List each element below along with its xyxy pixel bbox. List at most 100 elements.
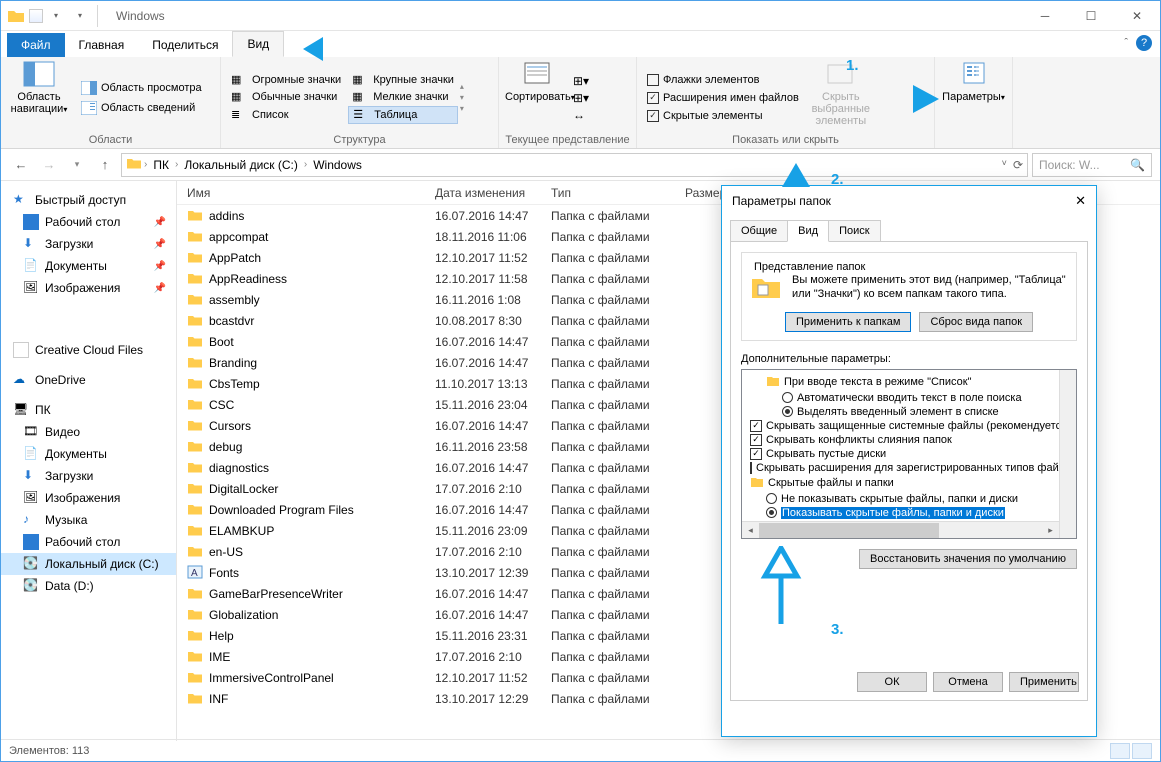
tab-home[interactable]: Главная xyxy=(65,33,139,57)
tab-share[interactable]: Поделиться xyxy=(138,33,232,57)
layout-list[interactable]: ≣Список xyxy=(227,106,345,124)
details-pane-button[interactable]: Область сведений xyxy=(77,100,206,116)
file-date: 17.07.2016 2:10 xyxy=(435,650,551,664)
tab-view[interactable]: Вид xyxy=(232,31,284,57)
sidebar-this-pc[interactable]: 🖥ПК xyxy=(1,399,176,421)
col-date[interactable]: Дата изменения xyxy=(435,186,551,200)
sidebar-music[interactable]: ♪Музыка xyxy=(1,509,176,531)
size-columns-icon[interactable]: ↔ xyxy=(573,108,589,122)
hide-selected-button[interactable]: Скрыть выбранные элементы xyxy=(803,61,879,134)
sidebar-onedrive[interactable]: ☁OneDrive xyxy=(1,369,176,391)
qat-dropdown-icon[interactable]: ▾ xyxy=(45,5,67,27)
refresh-icon[interactable]: ⟳ xyxy=(1013,158,1023,172)
minimize-ribbon-icon[interactable]: ˆ xyxy=(1124,37,1128,49)
hidden-items-toggle[interactable]: Скрытые элементы xyxy=(643,109,803,123)
tree-hide-ext[interactable]: Скрывать расширения для зарегистрированн… xyxy=(744,461,1074,475)
sidebar-documents2[interactable]: 📄Документы xyxy=(1,443,176,465)
file-type: Папка с файлами xyxy=(551,272,685,286)
folder-icon xyxy=(766,375,780,390)
scroll-thumb[interactable] xyxy=(759,523,939,538)
options-button[interactable]: Параметры▾ xyxy=(942,61,1006,146)
layout-up-icon[interactable]: ▴ xyxy=(460,82,464,91)
apply-button[interactable]: Применить xyxy=(1009,672,1079,692)
details-view-icon[interactable] xyxy=(1110,743,1130,759)
tree-dont-show-hidden[interactable]: Не показывать скрытые файлы, папки и дис… xyxy=(744,492,1074,506)
dialog-tab-view[interactable]: Вид xyxy=(787,220,829,242)
thumbnails-view-icon[interactable] xyxy=(1132,743,1152,759)
sidebar-data-d[interactable]: 💽Data (D:) xyxy=(1,575,176,597)
col-name[interactable]: Имя xyxy=(177,186,435,200)
layout-details[interactable]: ☰Таблица xyxy=(348,106,458,124)
search-input[interactable]: Поиск: W... 🔍 xyxy=(1032,153,1152,177)
sidebar-downloads2[interactable]: ⬇Загрузки xyxy=(1,465,176,487)
file-date: 15.11.2016 23:04 xyxy=(435,398,551,412)
tree-hide-protected[interactable]: Скрывать защищенные системные файлы (рек… xyxy=(744,419,1074,433)
file-type: Папка с файлами xyxy=(551,503,685,517)
sort-button[interactable]: Сортировать▾ xyxy=(505,61,569,134)
file-name: Boot xyxy=(209,335,435,349)
scroll-right-icon[interactable]: ▸ xyxy=(1042,522,1059,539)
folder-icon xyxy=(187,502,203,518)
breadcrumb[interactable]: › ПК› Локальный диск (C:)› Windows ˅ ⟳ xyxy=(121,153,1028,177)
help-icon[interactable]: ? xyxy=(1136,35,1152,51)
pin-icon: 📌 xyxy=(154,283,166,294)
tab-file[interactable]: Файл xyxy=(7,33,65,57)
tree-select-typed[interactable]: Выделять введенный элемент в списке xyxy=(744,405,1074,419)
layout-extra-large[interactable]: ▦Огромные значки xyxy=(227,72,345,88)
sidebar-videos[interactable]: 🎞Видео xyxy=(1,421,176,443)
annotation-label-2: 2. xyxy=(831,171,844,188)
file-date: 16.07.2016 14:47 xyxy=(435,335,551,349)
layout-medium[interactable]: ▦Обычные значки xyxy=(227,89,345,105)
restore-defaults-button[interactable]: Восстановить значения по умолчанию xyxy=(859,549,1077,569)
sidebar-documents[interactable]: 📄Документы📌 xyxy=(1,255,176,277)
file-name: Branding xyxy=(209,356,435,370)
sidebar-pictures[interactable]: 🖼Изображения📌 xyxy=(1,277,176,299)
file-date: 12.10.2017 11:52 xyxy=(435,671,551,685)
sidebar-desktop2[interactable]: Рабочий стол xyxy=(1,531,176,553)
customize-qat-icon[interactable]: ▾ xyxy=(69,5,91,27)
tree-auto-type[interactable]: Автоматически вводить текст в поле поиск… xyxy=(744,391,1074,405)
sidebar-quick-access[interactable]: ★Быстрый доступ xyxy=(1,189,176,211)
layout-more-icon[interactable]: ▾ xyxy=(460,104,464,113)
tree-hide-empty[interactable]: Скрывать пустые диски xyxy=(744,447,1074,461)
minimize-button[interactable]: ─ xyxy=(1022,1,1068,31)
horizontal-scrollbar[interactable]: ◂ ▸ xyxy=(742,521,1059,538)
dialog-close-button[interactable]: ✕ xyxy=(1075,193,1086,209)
cancel-button[interactable]: Отмена xyxy=(933,672,1003,692)
sidebar-downloads[interactable]: ⬇Загрузки📌 xyxy=(1,233,176,255)
reset-folders-button[interactable]: Сброс вида папок xyxy=(919,312,1033,332)
recent-dropdown[interactable]: ▾ xyxy=(65,153,89,177)
item-checkboxes-toggle[interactable]: Флажки элементов xyxy=(643,73,803,87)
sidebar-local-disk[interactable]: 💽Локальный диск (C:) xyxy=(1,553,176,575)
layout-large[interactable]: ▦Крупные значки xyxy=(348,72,458,88)
apply-to-folders-button[interactable]: Применить к папкам xyxy=(785,312,912,332)
close-button[interactable]: ✕ xyxy=(1114,1,1160,31)
col-type[interactable]: Тип xyxy=(551,186,685,200)
file-type: Папка с файлами xyxy=(551,545,685,559)
dropdown-icon[interactable]: ˅ xyxy=(1002,158,1007,172)
nav-pane-button[interactable]: Область навигации▾ xyxy=(7,61,71,134)
sidebar-pictures2[interactable]: 🖼Изображения xyxy=(1,487,176,509)
file-ext-toggle[interactable]: Расширения имен файлов xyxy=(643,91,803,105)
layout-small[interactable]: ▦Мелкие значки xyxy=(348,89,458,105)
preview-pane-button[interactable]: Область просмотра xyxy=(77,80,206,96)
group-by-icon[interactable]: ⊞▾ xyxy=(573,74,589,88)
tree-show-hidden[interactable]: Показывать скрытые файлы, папки и диски xyxy=(744,506,1074,520)
scroll-left-icon[interactable]: ◂ xyxy=(742,522,759,539)
sidebar-creative-cloud[interactable]: Creative Cloud Files xyxy=(1,339,176,361)
layout-down-icon[interactable]: ▾ xyxy=(460,93,464,102)
annotation-arrow-3 xyxy=(776,161,816,225)
add-columns-icon[interactable]: ⊞▾ xyxy=(573,91,589,105)
forward-button[interactable]: → xyxy=(37,153,61,177)
dialog-tab-search[interactable]: Поиск xyxy=(828,220,880,242)
properties-icon[interactable] xyxy=(29,9,43,23)
vertical-scrollbar[interactable] xyxy=(1059,370,1076,538)
sidebar-desktop[interactable]: Рабочий стол📌 xyxy=(1,211,176,233)
tree-hide-merge[interactable]: Скрывать конфликты слияния папок xyxy=(744,433,1074,447)
maximize-button[interactable]: ☐ xyxy=(1068,1,1114,31)
svg-text:A: A xyxy=(191,568,198,579)
ok-button[interactable]: ОК xyxy=(857,672,927,692)
folder-icon xyxy=(187,649,203,665)
back-button[interactable]: ← xyxy=(9,153,33,177)
up-button[interactable]: ↑ xyxy=(93,153,117,177)
